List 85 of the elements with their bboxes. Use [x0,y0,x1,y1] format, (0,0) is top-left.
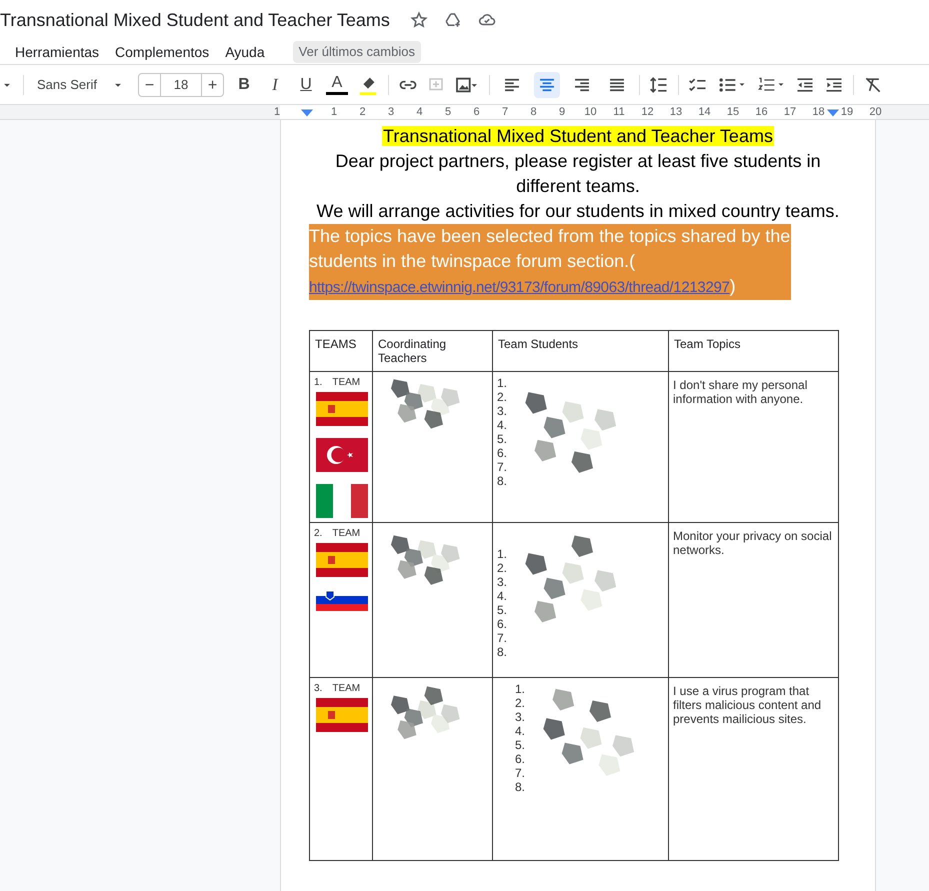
ruler-number: 19 [840,105,854,119]
ruler-number: 16 [755,105,768,119]
ruler-number: 1 [330,105,338,119]
ruler-number: 6 [473,105,480,119]
ruler-number: 7 [502,105,508,119]
list-number: 8. [497,645,508,659]
list-number: 1. [497,547,508,561]
list-number: 7. [515,766,526,780]
ruler-number: 20 [869,105,882,119]
body-paragraph: We will arrange activities for our students in mixed country teams. [316,200,840,223]
ruler-number: 13 [670,105,682,119]
image-icon[interactable] [454,74,480,94]
menu-item[interactable]: Herramientas [15,42,100,62]
topic-text: I don't share my personal information with anyone. [673,378,808,406]
list-number: 1. [497,376,508,390]
list-number: 6. [497,617,508,631]
spain-flag-icon [316,698,368,732]
list-number: 6. [497,446,508,460]
list-number: 3. [515,710,526,724]
list-number: 7. [497,631,508,645]
star-icon[interactable] [410,11,428,29]
list-number: 3. [497,575,508,589]
ruler-number: 17 [784,105,796,119]
list-number: 7. [497,460,508,474]
list-number: 1. [515,682,526,696]
slovenia-flag-icon [316,589,368,611]
see-recent-changes-button[interactable]: Ver últimos cambios [292,41,421,63]
list-number: 4. [497,418,508,432]
ruler-number: 8 [530,105,537,119]
topic-text: Monitor your privacy on social networks. [673,529,832,557]
right-indent-marker-icon[interactable] [827,109,839,117]
list-number: 3. [314,682,322,696]
ruler-number: 1 [274,105,280,119]
ruler-number: 10 [584,105,597,119]
turkey-flag-icon [316,438,368,472]
ruler-number: 9 [558,105,566,119]
list-number: 2. [515,696,526,710]
drive-add-icon[interactable] [444,11,462,29]
text-color-button[interactable]: A [326,74,348,95]
bold-button[interactable]: B [232,72,255,96]
list-number: 8. [515,780,526,794]
italy-flag-icon [316,484,368,518]
ruler-number: 15 [726,105,740,119]
list-number: 5. [515,738,526,752]
list-number: 4. [515,724,526,738]
ruler-number: 5 [444,105,452,119]
list-number: 2. [314,527,322,541]
ruler-number: 14 [698,105,711,119]
spain-flag-icon [316,543,368,577]
menu-item[interactable]: Complementos [115,42,210,62]
list-number: 6. [515,752,526,766]
column-header: TEAMS [315,337,356,351]
column-header: Coordinating Teachers [378,337,446,365]
ruler-number: 18 [812,105,825,119]
list-number: 5. [497,603,508,617]
list-number: 4. [497,589,508,603]
ruler-number: 2 [359,105,366,119]
body-paragraph: Dear project partners, please register at least five students in different teams. [334,150,822,198]
column-header: Team Students [498,337,578,351]
document-heading: Transnational Mixed Student and Teacher Teams [382,126,774,146]
ruler-number: 3 [388,105,394,119]
line-spacing-icon[interactable] [648,74,669,94]
menu-item[interactable]: Ayuda [225,42,265,62]
list-number: 5. [497,432,508,446]
column-header: Team Topics [674,337,740,351]
list-number: 8. [497,474,508,488]
list-number: 2. [497,561,508,575]
list-number: 2. [497,390,508,404]
team-label: TEAM [332,376,360,390]
ruler-number: 4 [416,105,423,119]
team-label: TEAM [332,682,360,696]
underline-button[interactable]: U [294,72,317,96]
ruler-number: 12 [641,105,654,119]
list-number: 1. [314,376,322,390]
italic-button[interactable]: I [264,72,286,98]
document-title[interactable]: Transnational Mixed Student and Teacher Teams [0,6,390,34]
font-dropdown[interactable]: Sans Serif [33,74,129,94]
left-indent-marker-icon[interactable] [301,109,313,117]
list-number: 3. [497,404,508,418]
spain-flag-icon [316,392,368,426]
ruler-number: 11 [613,105,625,119]
highlighted-paragraph: The topics have been selected from the topics shared by the students in the twinspace forum section.( https://twinspace.etwinnig.net/93173/forum/89063/thread/1213297) [309,224,791,300]
align-center-button[interactable] [534,72,560,98]
team-label: TEAM [332,527,360,541]
topic-text: I use a virus program that filters malicious content and prevents mailicious sites. [673,684,822,726]
